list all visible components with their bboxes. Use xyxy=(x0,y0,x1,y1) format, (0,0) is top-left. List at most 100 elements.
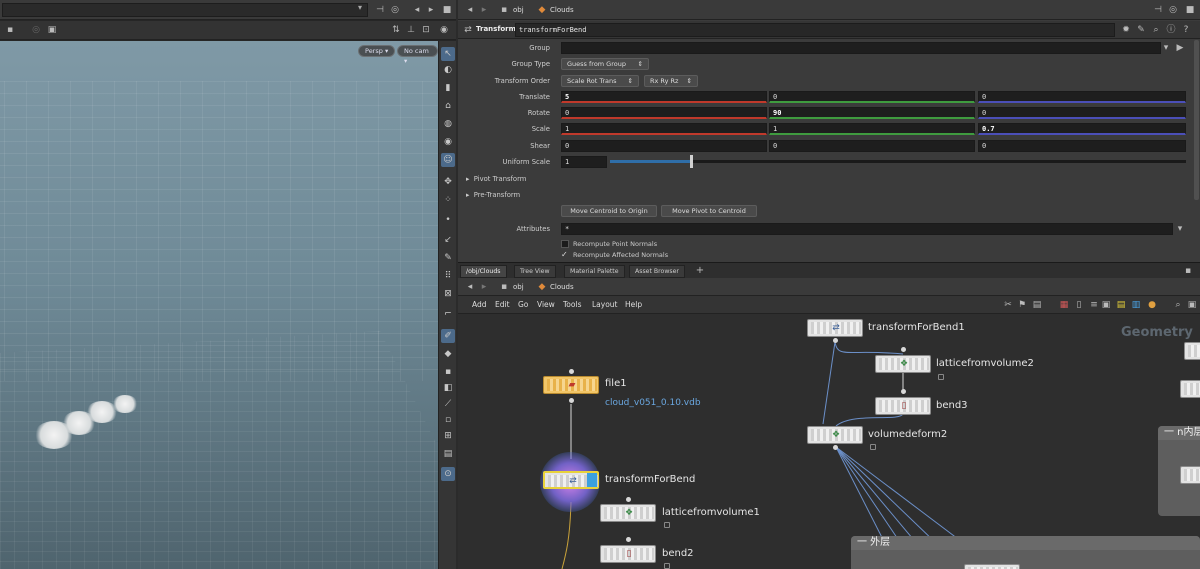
template-icon[interactable]: ▪ xyxy=(441,365,455,379)
lock-icon[interactable] xyxy=(870,444,876,450)
shear-x-field[interactable]: 0 xyxy=(561,140,767,152)
move-pivot-to-centroid-button[interactable]: Move Pivot to Centroid xyxy=(661,205,757,217)
translate-y-field[interactable]: 0 xyxy=(769,91,975,103)
params-scrollbar[interactable] xyxy=(1194,40,1199,200)
rotate-order-menu[interactable]: Rx Ry Rz ⇕ xyxy=(644,75,698,87)
next-icon[interactable]: ▸ xyxy=(425,4,437,16)
tab-asset-browser[interactable]: Asset Browser xyxy=(629,265,685,278)
display-flag[interactable] xyxy=(587,473,597,487)
maximize-icon[interactable]: ■ xyxy=(441,4,453,16)
rotate-y-field[interactable]: 90 xyxy=(769,107,975,119)
network-box-inner[interactable]: 一 n内层 xyxy=(1158,426,1200,516)
node-volumedeform2[interactable]: ❖ xyxy=(807,426,863,444)
uniform-scale-field[interactable]: 1 xyxy=(561,156,607,168)
rotate-x-field[interactable]: 0 xyxy=(561,107,767,119)
network-editor-canvas[interactable]: ▰ file1 cloud_v051_0.10.vdb ⇄ transformF… xyxy=(458,314,1200,569)
menu-edit[interactable]: Edit xyxy=(495,300,510,309)
network-box-title[interactable]: 一 外层 xyxy=(851,536,1200,550)
sticky-note-icon[interactable]: ▯ xyxy=(1073,299,1085,311)
chevron-down-icon[interactable]: ▾ xyxy=(358,3,362,12)
frame-icon[interactable]: ⌐ xyxy=(441,307,455,321)
snap-points-icon[interactable]: ⁘ xyxy=(441,193,455,207)
grid-view-icon[interactable]: ▦ xyxy=(1058,299,1070,311)
node-file1[interactable]: ▰ xyxy=(543,376,599,394)
node-transformForBend[interactable]: ⇄ xyxy=(543,471,599,489)
camera-view-icon[interactable]: ▪ xyxy=(4,24,16,36)
lock-icon[interactable] xyxy=(664,563,670,569)
grid-icon[interactable]: ▫ xyxy=(441,413,455,427)
input-connector[interactable] xyxy=(626,537,631,542)
shear-y-field[interactable]: 0 xyxy=(769,140,975,152)
list-icon[interactable]: ▤ xyxy=(1031,299,1043,311)
search-icon[interactable]: ⌕ xyxy=(1150,24,1162,36)
layers-icon[interactable]: ⊞ xyxy=(441,429,455,443)
input-connector[interactable] xyxy=(901,347,906,352)
chevron-down-icon[interactable]: ▾ xyxy=(1160,42,1172,54)
transform-icon[interactable]: ✥ xyxy=(441,175,455,189)
group-type-menu[interactable]: Guess from Group ⇕ xyxy=(561,58,649,70)
network-box-title[interactable]: 一 n内层 xyxy=(1158,426,1200,440)
camera-icon[interactable]: ▤ xyxy=(441,447,455,461)
point-icon[interactable]: • xyxy=(441,213,455,227)
scale-y-field[interactable]: 1 xyxy=(769,123,975,135)
pre-transform-folder[interactable]: ▸ Pre-Transform xyxy=(466,188,520,202)
path-network[interactable]: Clouds xyxy=(550,280,574,294)
forward-icon[interactable]: ▸ xyxy=(478,4,490,16)
transform-order-menu[interactable]: Scale Rot Trans ⇕ xyxy=(561,75,639,87)
scale-z-field[interactable]: 0.7 xyxy=(978,123,1186,135)
sort-icon[interactable]: ≡ xyxy=(1088,299,1100,311)
node-bend3[interactable]: ▯ xyxy=(875,397,931,415)
screenshot-icon[interactable]: ▣ xyxy=(46,24,58,36)
prev-icon[interactable]: ◂ xyxy=(411,4,423,16)
checkmark-icon[interactable]: ✓ xyxy=(561,250,568,259)
link-icon[interactable]: ◎ xyxy=(1167,4,1179,16)
path-obj[interactable]: obj xyxy=(513,280,524,294)
link-icon[interactable]: ◎ xyxy=(389,4,401,16)
node-bend2[interactable]: ▯ xyxy=(600,545,656,563)
location-icon[interactable]: ⊙ xyxy=(441,467,455,481)
home-icon[interactable]: ⌂ xyxy=(441,99,455,113)
node-latticefromvolume1[interactable]: ❖ xyxy=(600,504,656,522)
node-transformForBend1[interactable]: ⇄ xyxy=(807,319,863,337)
input-connector[interactable] xyxy=(569,369,574,374)
path-network[interactable]: Clouds xyxy=(550,3,574,17)
group-field[interactable] xyxy=(561,42,1161,54)
node-partial[interactable] xyxy=(1180,466,1200,484)
move-centroid-to-origin-button[interactable]: Move Centroid to Origin xyxy=(561,205,657,217)
back-icon[interactable]: ◂ xyxy=(464,4,476,16)
input-connector[interactable] xyxy=(626,497,631,502)
scale-x-field[interactable]: 1 xyxy=(561,123,767,135)
node-name-field[interactable]: transformForBend xyxy=(515,23,1115,37)
forward-icon[interactable]: ▸ xyxy=(478,281,490,293)
edge-icon[interactable]: ↙ xyxy=(441,233,455,247)
render-icon[interactable]: ◍ xyxy=(441,117,455,131)
rotate-z-field[interactable]: 0 xyxy=(978,107,1186,119)
edit-icon[interactable]: ✐ xyxy=(441,329,455,343)
output-connector[interactable] xyxy=(833,338,838,343)
menu-help[interactable]: Help xyxy=(625,300,642,309)
network-box-outer[interactable]: 一 外层 xyxy=(851,536,1200,569)
pin-icon[interactable]: ⊣ xyxy=(1152,4,1164,16)
node-partial[interactable] xyxy=(964,564,1020,569)
pivot-transform-folder[interactable]: ▸ Pivot Transform xyxy=(466,172,526,186)
display-options-icon[interactable]: ⊡ xyxy=(420,24,432,36)
input-connector[interactable] xyxy=(901,389,906,394)
paint-icon[interactable]: ✎ xyxy=(441,251,455,265)
lock-icon[interactable]: ◎ xyxy=(30,24,42,36)
handle-icon[interactable]: ⟋ xyxy=(441,397,455,411)
flag-icon[interactable]: ⚑ xyxy=(1016,299,1028,311)
viewer-path-field[interactable] xyxy=(2,3,368,17)
menu-go[interactable]: Go xyxy=(518,300,528,309)
lock-icon[interactable]: ▮ xyxy=(441,81,455,95)
note-icon[interactable]: ▤ xyxy=(1115,299,1127,311)
lock-icon[interactable] xyxy=(938,374,944,380)
person-icon[interactable]: ☺ xyxy=(441,153,455,167)
recompute-normals-checkbox[interactable] xyxy=(561,240,569,248)
output-connector[interactable] xyxy=(569,398,574,403)
brush-icon[interactable]: ✎ xyxy=(1135,24,1147,36)
tab-material-palette[interactable]: Material Palette xyxy=(564,265,625,278)
pane-menu-icon[interactable]: ▪ xyxy=(1182,265,1194,277)
uniform-scale-slider[interactable] xyxy=(610,155,1186,168)
camera-menu-button[interactable]: No cam ▾ xyxy=(397,45,438,65)
search-icon[interactable]: ⌕ xyxy=(1172,299,1184,311)
